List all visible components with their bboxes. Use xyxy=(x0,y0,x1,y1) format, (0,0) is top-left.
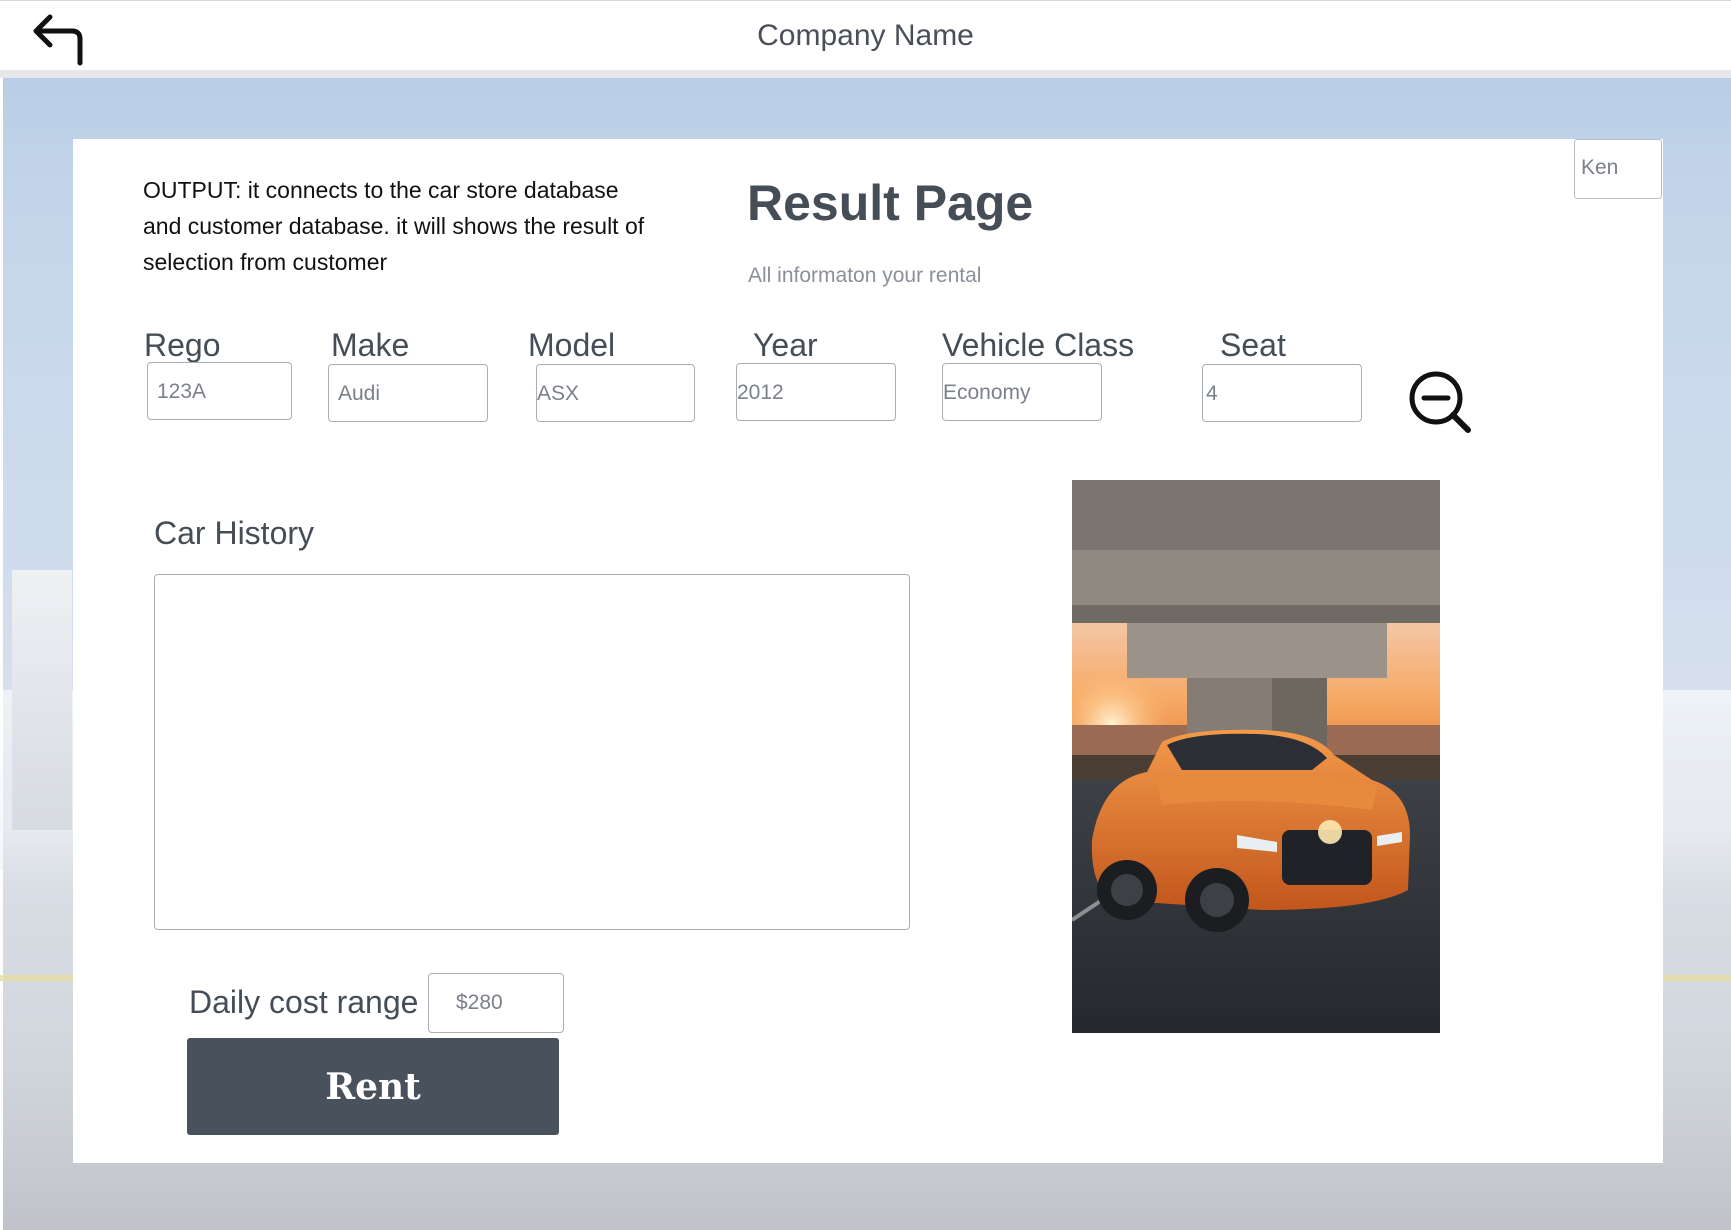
page-subtitle: All informaton your rental xyxy=(748,264,982,287)
background-pillar xyxy=(12,570,72,830)
year-field[interactable]: 2012 xyxy=(736,363,896,421)
background-edge xyxy=(0,78,3,1230)
year-label: Year xyxy=(753,327,818,363)
rent-button[interactable]: Rent xyxy=(187,1038,559,1135)
daily-cost-field[interactable]: $280 xyxy=(428,973,564,1033)
seat-field[interactable]: 4 xyxy=(1202,364,1362,422)
car-history-textarea[interactable] xyxy=(154,574,910,930)
top-bar: Company Name xyxy=(0,0,1731,71)
car-photo xyxy=(1072,480,1440,1033)
car-photo-illustration xyxy=(1072,480,1440,1033)
zoom-out-button[interactable] xyxy=(1406,368,1476,438)
model-label: Model xyxy=(528,327,616,363)
zoom-out-icon xyxy=(1409,371,1471,433)
rego-label: Rego xyxy=(144,327,221,363)
seat-label: Seat xyxy=(1220,327,1286,363)
output-note: OUTPUT: it connects to the car store dat… xyxy=(143,177,645,275)
company-name: Company Name xyxy=(757,19,974,52)
vehicle-class-label: Vehicle Class xyxy=(942,327,1135,363)
vehicle-class-field[interactable]: Economy xyxy=(942,363,1102,421)
car-history-label: Car History xyxy=(154,515,315,551)
rego-field[interactable]: 123A xyxy=(147,362,292,420)
make-label: Make xyxy=(331,327,410,363)
page-title: Result Page xyxy=(747,175,1034,231)
user-name-box[interactable]: Ken xyxy=(1574,139,1662,199)
daily-cost-label: Daily cost range xyxy=(189,984,419,1020)
model-field[interactable]: ASX xyxy=(536,364,695,422)
make-field[interactable]: Audi xyxy=(328,364,488,422)
